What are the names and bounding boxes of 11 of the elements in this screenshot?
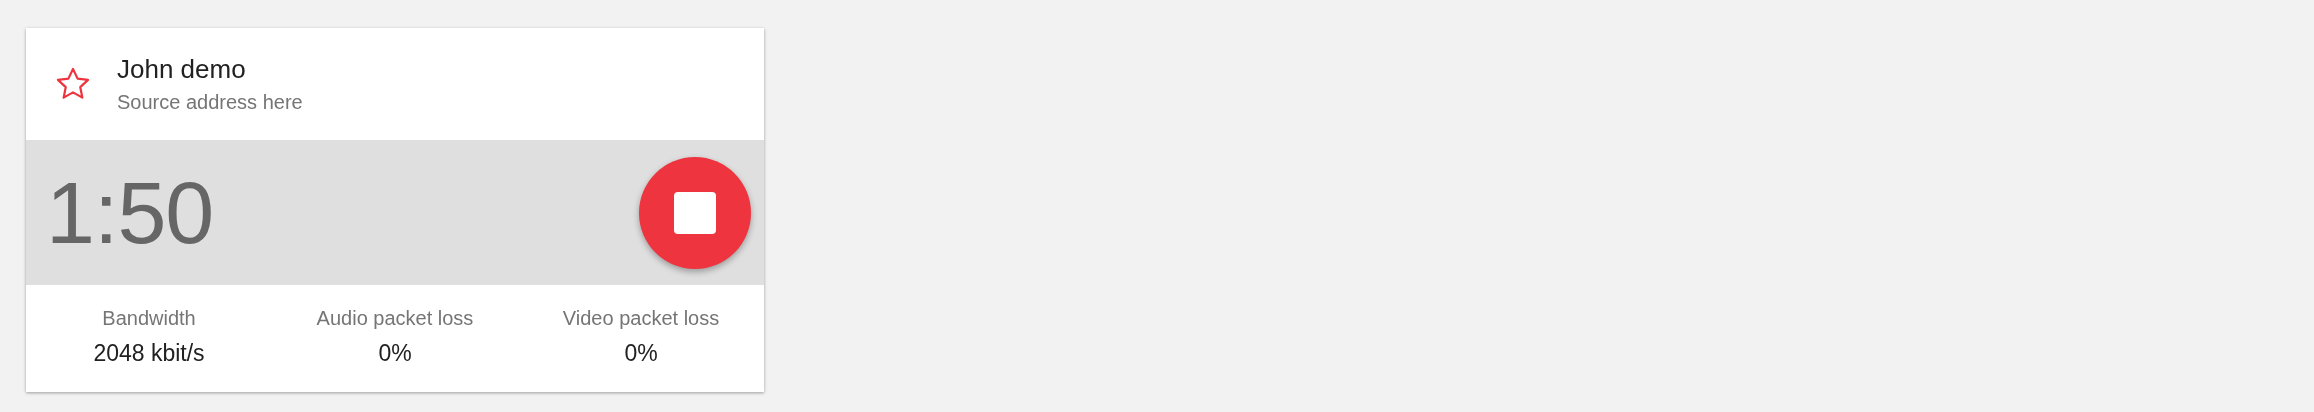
stat-label: Bandwidth — [102, 306, 196, 330]
stat-value: 0% — [378, 339, 412, 367]
timer-text: 1:50 — [46, 161, 214, 264]
stat-label: Audio packet loss — [316, 306, 474, 330]
stat-label: Video packet loss — [562, 306, 720, 330]
stat-value: 0% — [624, 339, 658, 367]
card-title: John demo — [117, 54, 247, 85]
stop-button[interactable] — [639, 156, 751, 269]
stop-icon — [674, 191, 716, 234]
stat-value: 2048 kbit/s — [93, 339, 205, 367]
source-address: Source address here — [117, 91, 303, 114]
